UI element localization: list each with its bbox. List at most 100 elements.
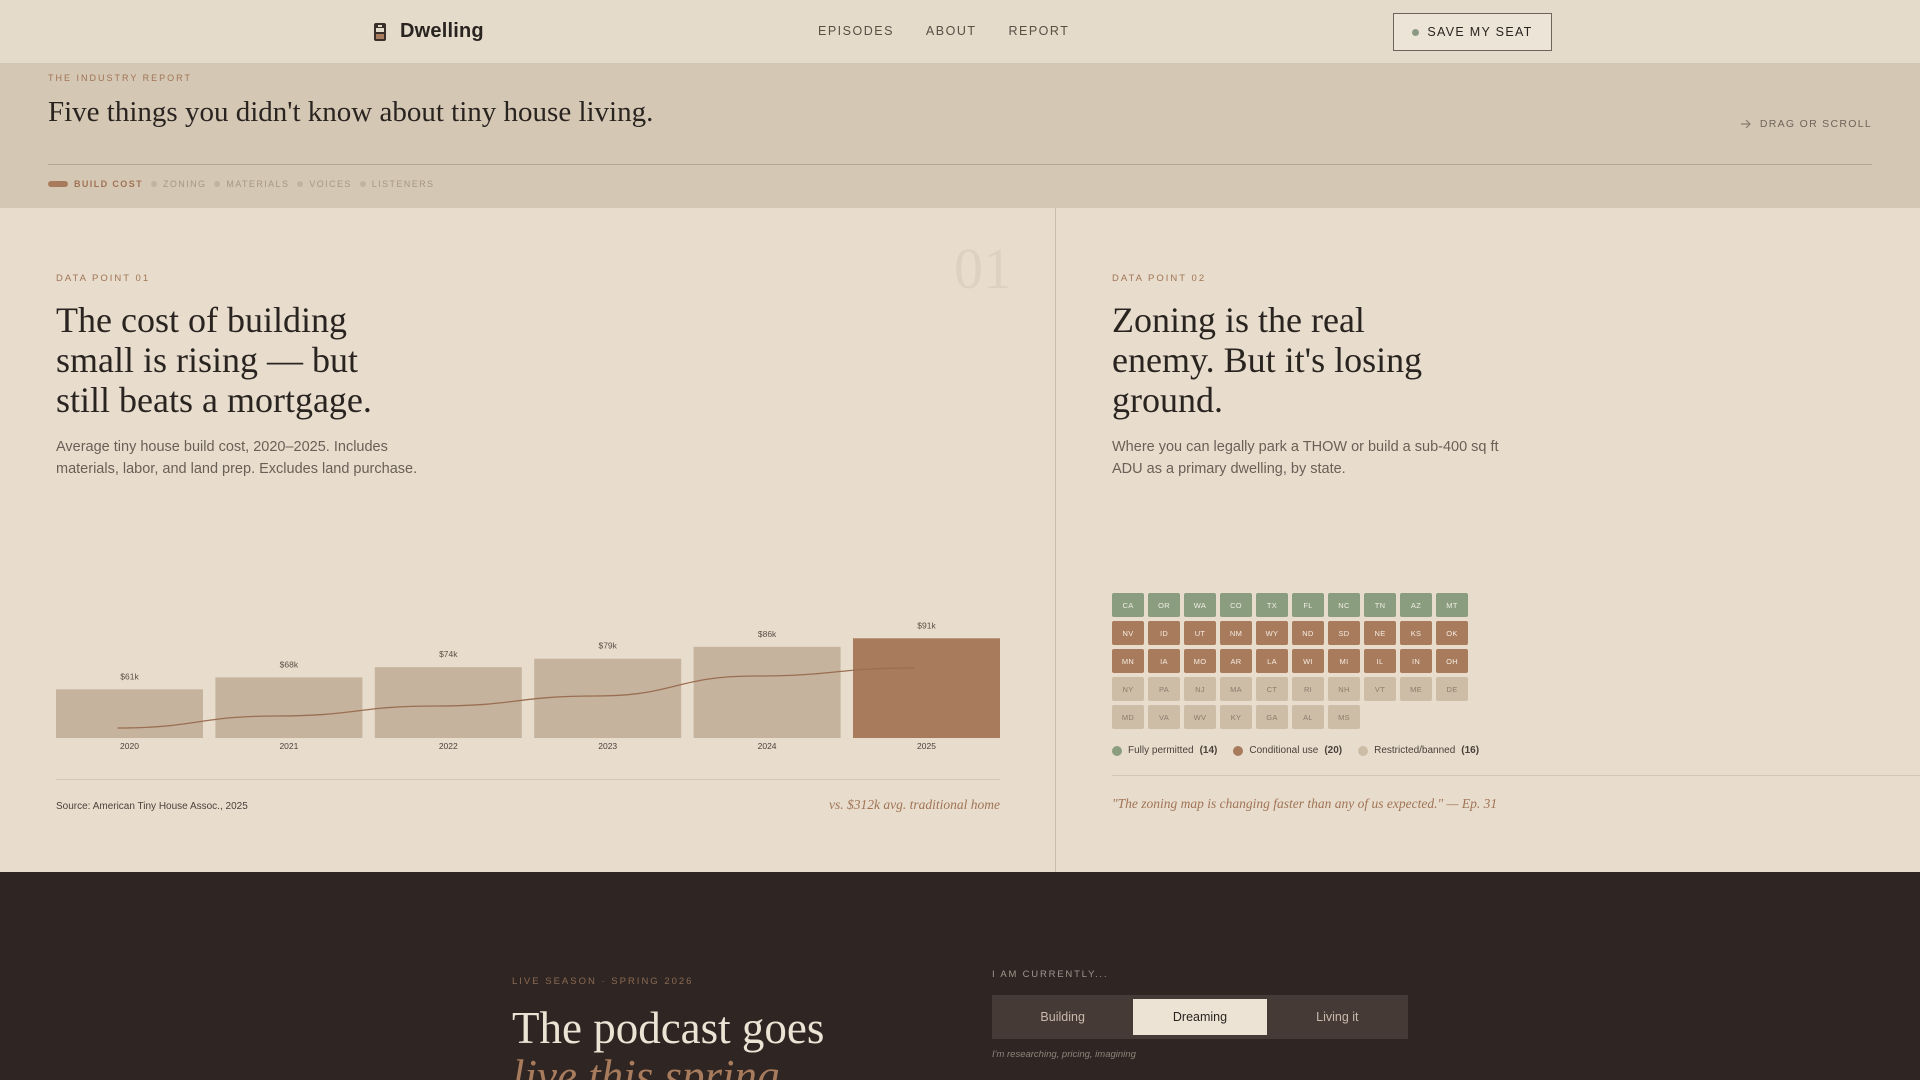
drag-hint-label: DRAG OR SCROLL [1759,118,1872,130]
state-cell-nv[interactable]: NV [1112,621,1144,645]
state-cell-oh[interactable]: OH [1436,649,1468,673]
state-cell-tx[interactable]: TX [1256,593,1288,617]
tab-build-cost[interactable]: BUILD COST [48,179,143,189]
bar-value-label: $79k [598,641,617,651]
state-cell-fl[interactable]: FL [1292,593,1324,617]
description-line: Average tiny house build cost, 2020–2025… [56,439,388,455]
state-cell-ma[interactable]: MA [1220,677,1252,701]
x-tick-label: 2021 [279,741,298,751]
nav-link-episodes[interactable]: EPISODES [818,24,894,38]
data-point-title: Zoning is the real enemy. But it's losin… [1112,300,1422,420]
save-my-seat-label: SAVE MY SEAT [1427,25,1533,39]
state-cell-tn[interactable]: TN [1364,593,1396,617]
state-cell-wv[interactable]: WV [1184,705,1216,729]
description-line: materials, labor, and land prep. Exclude… [56,461,418,477]
bar-2020 [56,689,203,738]
state-cell-mo[interactable]: MO [1184,649,1216,673]
state-cell-wa[interactable]: WA [1184,593,1216,617]
title-line: still beats a mortgage. [56,380,372,420]
state-cell-mn[interactable]: MN [1112,649,1144,673]
state-cell-nj[interactable]: NJ [1184,677,1216,701]
option-building[interactable]: Building [996,999,1129,1035]
state-cell-ne[interactable]: NE [1364,621,1396,645]
report-tabs: BUILD COST ZONING MATERIALS VOICES LISTE… [48,179,434,189]
live-title-italic: live this spring [512,1051,780,1080]
state-cell-ny[interactable]: NY [1112,677,1144,701]
state-zoning-grid: CA OR WA CO TX FL NC TN AZ MT NV ID UT NM WY ND SD NE KS OK… [1112,593,1468,729]
tab-listeners[interactable]: LISTENERS [359,179,435,189]
tab-materials[interactable]: MATERIALS [214,179,289,189]
title-line: ground. [1112,380,1223,420]
brand-logo[interactable]: Dwelling [372,20,484,43]
state-cell-ca[interactable]: CA [1112,593,1144,617]
state-cell-co[interactable]: CO [1220,593,1252,617]
nav-link-report[interactable]: REPORT [1008,24,1069,38]
report-header: THE INDUSTRY REPORT Five things you didn… [0,64,1920,208]
tab-label: BUILD COST [74,179,143,189]
x-tick-label: 2023 [598,741,617,751]
state-cell-ct[interactable]: CT [1256,677,1288,701]
state-cell-sd[interactable]: SD [1328,621,1360,645]
save-my-seat-button[interactable]: SAVE MY SEAT [1393,13,1552,51]
state-cell-ut[interactable]: UT [1184,621,1216,645]
state-cell-or[interactable]: OR [1148,593,1180,617]
bar-value-label: $61k [120,671,139,681]
state-cell-ms[interactable]: MS [1328,705,1360,729]
state-cell-wi[interactable]: WI [1292,649,1324,673]
live-title: The podcast goes [512,1003,825,1053]
option-living-it[interactable]: Living it [1271,999,1404,1035]
bar-value-label: $86k [758,629,777,639]
state-cell-in[interactable]: IN [1400,649,1432,673]
nav-link-about[interactable]: ABOUT [926,24,977,38]
state-cell-md[interactable]: MD [1112,705,1144,729]
data-point-number: 01 [954,236,1012,301]
state-cell-mt[interactable]: MT [1436,593,1468,617]
divider [56,779,1000,780]
live-eyebrow: LIVE SEASON · SPRING 2026 [512,976,694,987]
bar-2024 [693,646,841,738]
bar-value-label: $91k [917,620,936,630]
status-segmented-control: Building Dreaming Living it [992,995,1408,1039]
state-cell-al[interactable]: AL [1292,705,1324,729]
state-cell-de[interactable]: DE [1436,677,1468,701]
legend-count: (14) [1199,745,1218,756]
state-cell-pa[interactable]: PA [1148,677,1180,701]
chart-source: Source: American Tiny House Assoc., 2025 [56,801,248,812]
state-cell-nh[interactable]: NH [1328,677,1360,701]
state-cell-mi[interactable]: MI [1328,649,1360,673]
state-cell-la[interactable]: LA [1256,649,1288,673]
tab-voices[interactable]: VOICES [297,179,351,189]
state-cell-ri[interactable]: RI [1292,677,1324,701]
tab-zoning[interactable]: ZONING [151,179,206,189]
report-eyebrow: THE INDUSTRY REPORT [48,73,193,83]
status-question-label: I AM CURRENTLY... [992,969,1109,980]
build-cost-bar-chart: $61k 2020 $68k 2021 $74k 2022 $79k 2023 $86k 2024… [56,620,1000,751]
legend-item: Conditional use (20) [1233,745,1342,756]
state-cell-id[interactable]: ID [1148,621,1180,645]
state-cell-wy[interactable]: WY [1256,621,1288,645]
title-line: The cost of building [56,300,347,340]
state-cell-va[interactable]: VA [1148,705,1180,729]
state-cell-ga[interactable]: GA [1256,705,1288,729]
tab-indicator-icon [151,181,157,187]
top-nav: Dwelling EPISODES ABOUT REPORT SAVE MY S… [0,0,1920,64]
state-cell-me[interactable]: ME [1400,677,1432,701]
state-cell-ky[interactable]: KY [1220,705,1252,729]
state-cell-ks[interactable]: KS [1400,621,1432,645]
status-note: I'm researching, pricing, imagining [992,1049,1136,1060]
data-point-title: The cost of building small is rising — b… [56,300,372,420]
state-cell-il[interactable]: IL [1364,649,1396,673]
option-dreaming[interactable]: Dreaming [1133,999,1267,1035]
state-cell-ok[interactable]: OK [1436,621,1468,645]
tab-indicator-icon [297,181,304,187]
title-line: Zoning is the real [1112,300,1365,340]
state-cell-az[interactable]: AZ [1400,593,1432,617]
state-cell-vt[interactable]: VT [1364,677,1396,701]
state-cell-ia[interactable]: IA [1148,649,1180,673]
state-cell-nd[interactable]: ND [1292,621,1324,645]
state-cell-nm[interactable]: NM [1220,621,1252,645]
x-tick-label: 2024 [758,741,777,751]
state-cell-ar[interactable]: AR [1220,649,1252,673]
legend-label: Restricted/banned [1374,745,1456,756]
state-cell-nc[interactable]: NC [1328,593,1360,617]
